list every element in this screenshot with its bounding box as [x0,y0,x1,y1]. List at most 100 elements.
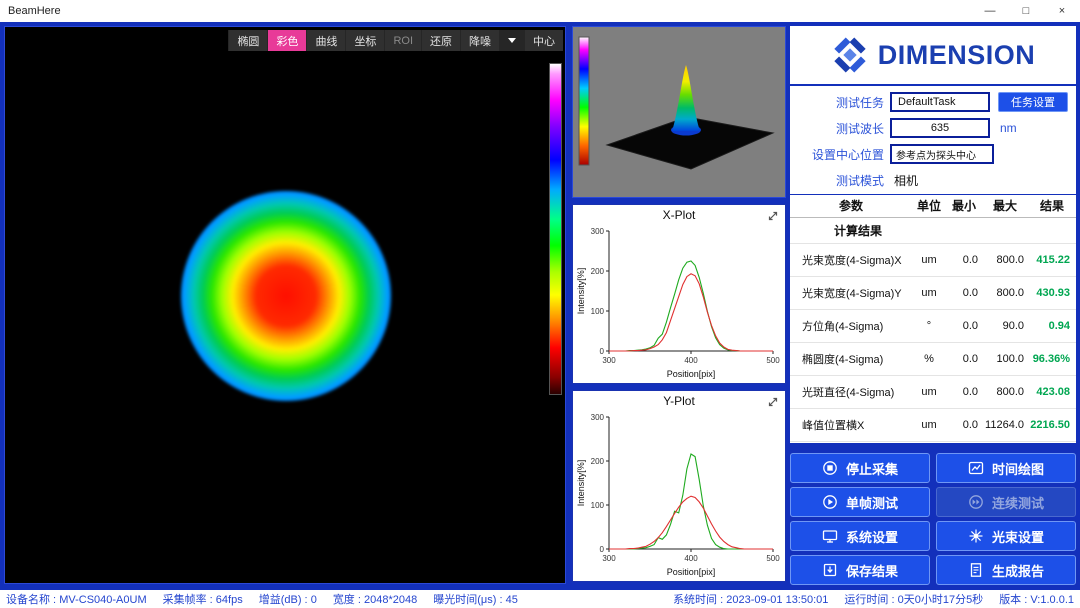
svg-text:500: 500 [766,554,780,563]
action-chart-button[interactable]: 时间绘图 [936,453,1076,483]
wavelength-input[interactable]: 635 [890,118,990,138]
status-item: 版本 : V:1.0.0.1 [999,591,1074,607]
max-cell: 90.0 [982,309,1028,342]
colormap-dropdown-icon[interactable] [508,38,516,43]
x-plot-title: X-Plot [573,208,785,222]
status-item: 采集帧率 : 64fps [163,591,243,607]
action-label: 连续测试 [992,493,1044,512]
action-monitor-button[interactable]: 系统设置 [790,521,930,551]
svg-text:0: 0 [600,545,605,554]
table-row: 方位角(4-Sigma)°0.090.00.94 [790,309,1076,342]
beam-view[interactable]: 椭圆彩色曲线坐标ROI还原降噪 中心 [4,26,566,584]
task-row: 测试任务 DefaultTask 任务设置 [790,92,1076,112]
max-cell: 800.0 [982,375,1028,408]
task-settings-button[interactable]: 任务设置 [998,92,1068,112]
chart-icon [968,460,984,476]
brand-logo: DIMENSION [790,26,1076,84]
param-cell: 峰值位置横X [790,408,912,441]
unit-cell: % [912,342,946,375]
status-value: MV-CS040-A0UM [59,594,146,606]
maximize-button[interactable]: □ [1008,0,1044,22]
report-icon [968,562,984,578]
svg-text:400: 400 [684,356,698,365]
status-label: 设备名称 : [6,594,56,606]
stop-icon [822,460,838,476]
result-cell: 2216.50 [1028,408,1076,441]
action-play-button[interactable]: 单帧测试 [790,487,930,517]
status-value: 45 [506,594,518,606]
svg-text:500: 500 [766,356,780,365]
svg-text:100: 100 [591,501,605,510]
unit-cell: um [912,276,946,309]
unit-cell: um [912,243,946,276]
min-cell: 0.0 [946,375,982,408]
toolbar-denoise-button[interactable]: 降噪 [461,30,499,51]
y-plot-title: Y-Plot [573,394,785,408]
toolbar-center-button[interactable]: 中心 [525,30,563,51]
min-cell: 0.0 [946,309,982,342]
max-cell: 11264.0 [982,408,1028,441]
svg-text:300: 300 [591,413,605,422]
status-item: 宽度 : 2048*2048 [333,591,417,607]
expand-icon[interactable] [766,395,780,409]
beam-toolbar: 椭圆彩色曲线坐标ROI还原降噪 中心 [228,30,563,51]
min-cell: 0.0 [946,408,982,441]
x-plot-panel: X-Plot 0100200300300400500Position[pix]I… [572,204,786,384]
status-value: 2048*2048 [364,594,417,606]
action-label: 单帧测试 [846,493,898,512]
center-position-select[interactable]: 参考点为探头中心 [890,144,994,164]
beam-icon [968,528,984,544]
status-value: 0 [311,594,317,606]
result-cell: 0.94 [1028,309,1076,342]
status-item: 曝光时间(μs) : 45 [433,591,518,607]
status-label: 采集帧率 : [163,594,213,606]
status-item: 系统时间 : 2023-09-01 13:50:01 [673,591,828,607]
result-cell: 415.22 [1028,243,1076,276]
close-button[interactable]: × [1044,0,1080,22]
status-label: 宽度 : [333,594,361,606]
status-item: 增益(dB) : 0 [259,591,317,607]
action-forward-button[interactable]: 连续测试 [936,487,1076,517]
toolbar-curve-button[interactable]: 曲线 [307,30,345,51]
action-save-button[interactable]: 保存结果 [790,555,930,585]
svg-text:Intensity[%]: Intensity[%] [576,268,586,315]
results-header-cell: 参数 [790,195,912,217]
toolbar-restore-button[interactable]: 还原 [422,30,460,51]
param-cell: 光斑直径(4-Sigma) [790,375,912,408]
settings-box: 测试任务 DefaultTask 任务设置 测试波长 635 nm 设置中心位置… [790,86,1076,194]
beam-3d-view[interactable] [572,26,786,198]
results-section-title: 计算结果 [790,217,1076,243]
toolbar-coords-button[interactable]: 坐标 [346,30,384,51]
status-value: V:1.0.0.1 [1030,594,1074,606]
expand-icon[interactable] [766,209,780,223]
forward-icon [968,494,984,510]
status-label: 运行时间 : [844,594,894,606]
action-label: 保存结果 [846,561,898,580]
status-label: 版本 : [999,594,1027,606]
test-mode-label: 测试模式 [790,172,884,189]
x-plot-chart: 0100200300300400500Position[pix]Intensit… [575,223,783,381]
svg-text:300: 300 [602,554,616,563]
beam-spot [181,191,391,401]
param-cell: 光束宽度(4-Sigma)X [790,243,912,276]
test-mode-value: 相机 [894,172,918,189]
param-cell: 方位角(4-Sigma) [790,309,912,342]
status-item: 设备名称 : MV-CS040-A0UM [6,591,147,607]
results-table-box: 参数单位最小最大结果 计算结果光束宽度(4-Sigma)Xum0.0800.04… [790,195,1076,443]
minimize-button[interactable]: — [972,0,1008,22]
param-cell: 椭圆度(4-Sigma) [790,342,912,375]
3d-peak [672,65,700,131]
action-stop-button[interactable]: 停止采集 [790,453,930,483]
action-beam-button[interactable]: 光束设置 [936,521,1076,551]
action-report-button[interactable]: 生成报告 [936,555,1076,585]
results-table: 参数单位最小最大结果 计算结果光束宽度(4-Sigma)Xum0.0800.04… [790,195,1076,442]
task-input[interactable]: DefaultTask [890,92,990,112]
results-section-row: 计算结果 [790,217,1076,243]
result-cell: 430.93 [1028,276,1076,309]
toolbar-roi-button[interactable]: ROI [385,30,421,51]
save-icon [822,562,838,578]
min-cell: 0.0 [946,243,982,276]
status-label: 增益(dB) : [259,594,308,606]
toolbar-ellipse-button[interactable]: 椭圆 [229,30,267,51]
toolbar-color-button[interactable]: 彩色 [268,30,306,51]
